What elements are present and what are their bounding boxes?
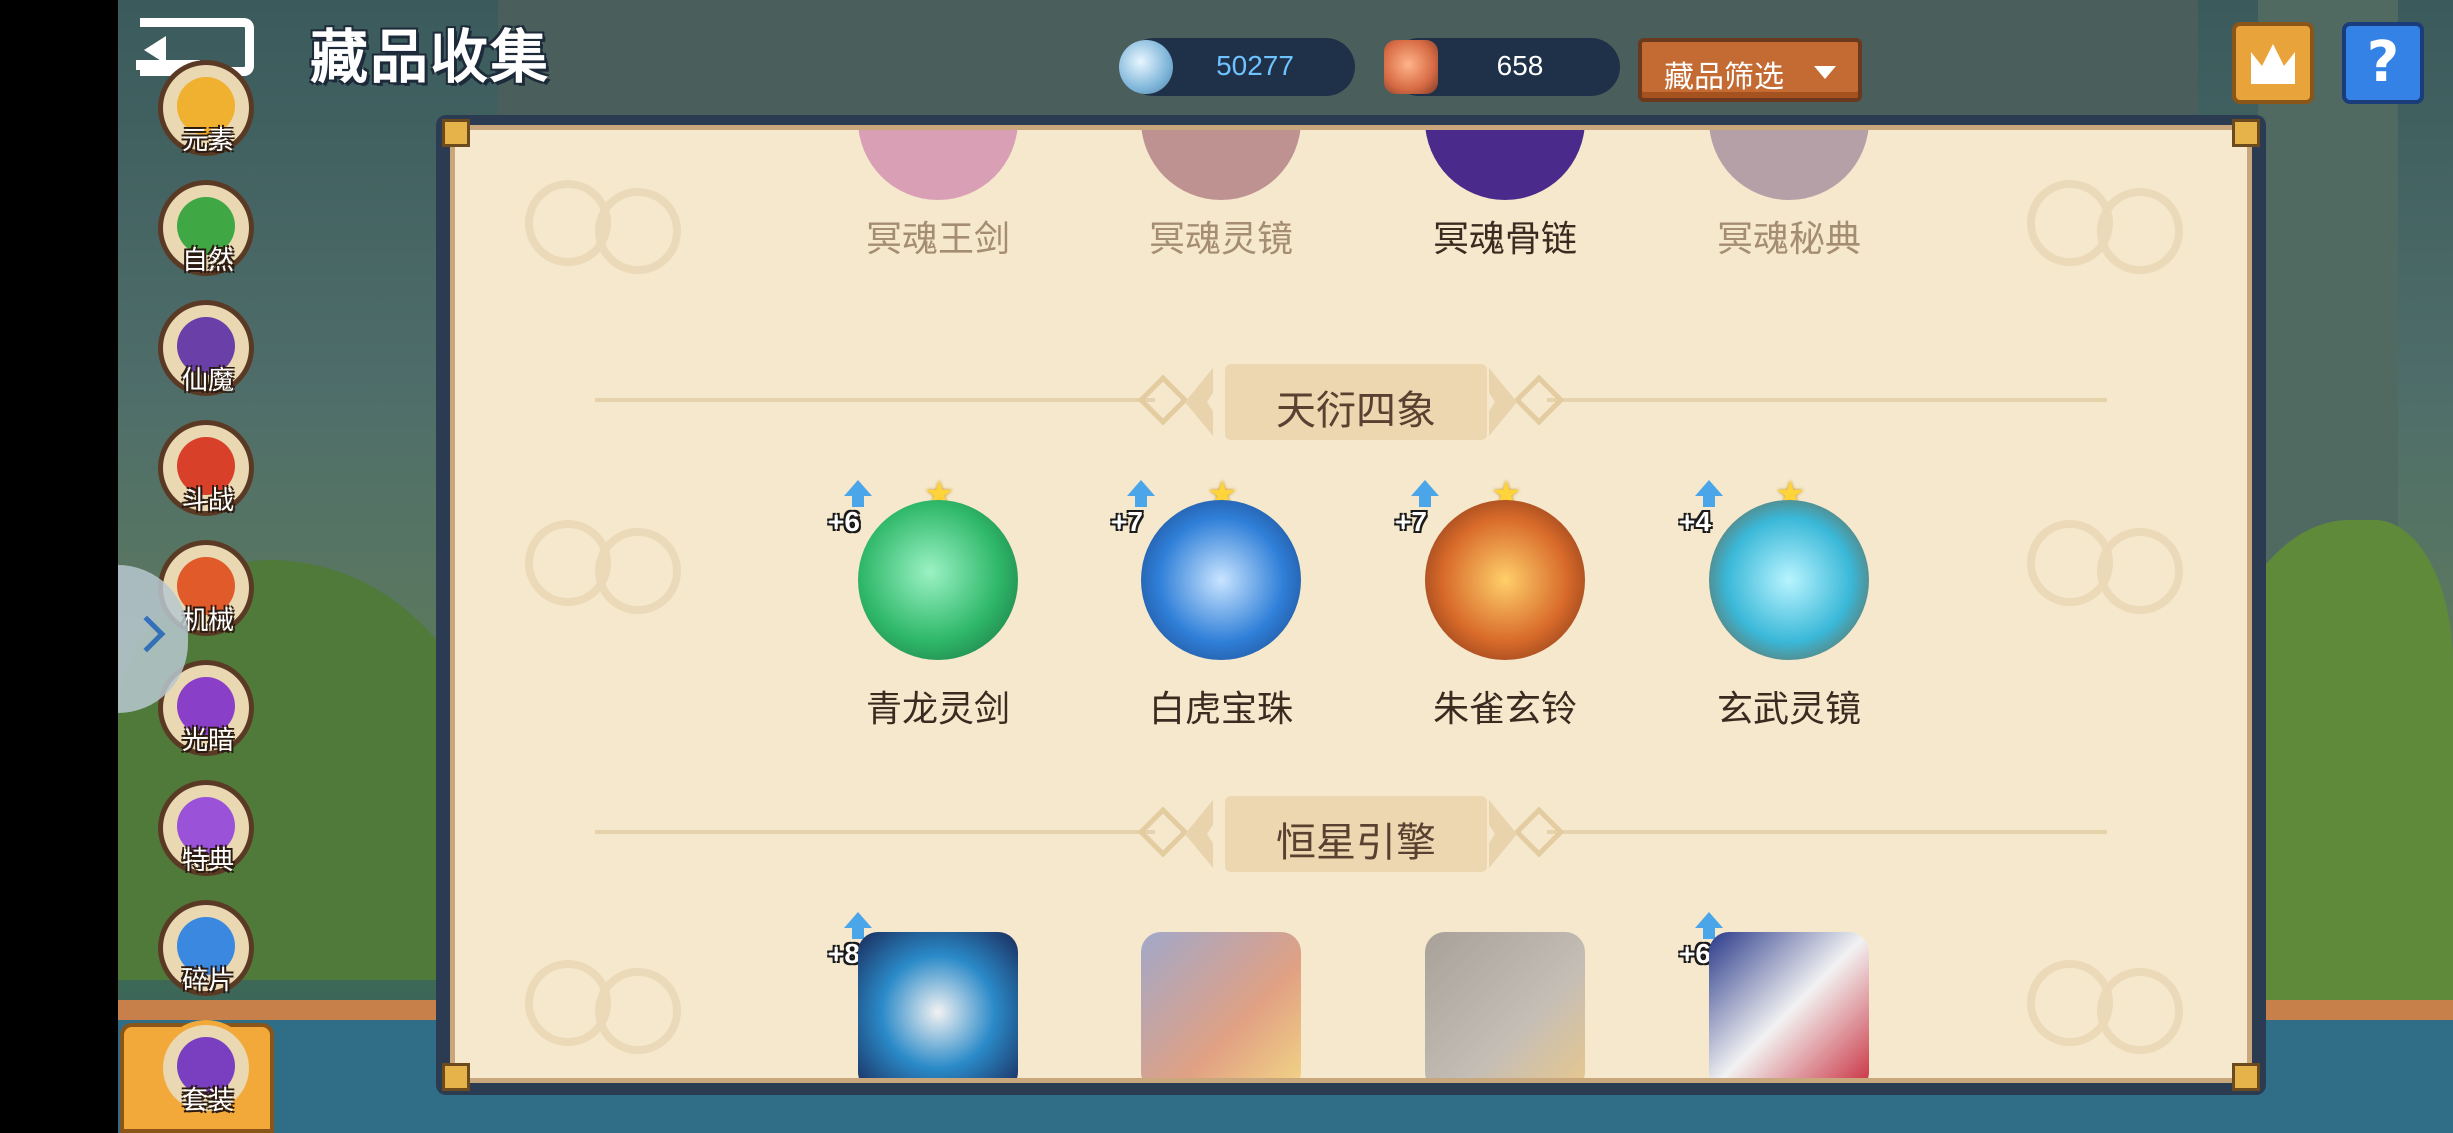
category-immortal-demon[interactable]: 仙魔 (158, 300, 258, 410)
star-engine-art (1141, 932, 1301, 1078)
panel-corner-ornament (2232, 1063, 2260, 1091)
item-name: 玄武灵镜 (1716, 689, 1861, 730)
item-art (1425, 130, 1585, 200)
question-icon: ? (2366, 30, 2400, 95)
category-label: 套装 (181, 1086, 234, 1116)
collection-scroll-area[interactable]: 冥魂王剑 冥魂灵镜 冥魂骨链 冥魂秘典 天衍四象 +6 ★ 青龙灵剑 +7 ★ … (450, 125, 2252, 1083)
phoenix-bell-art (1425, 500, 1585, 660)
diamond-ornament (1513, 374, 1565, 426)
upgrade-arrow-icon (1127, 480, 1155, 496)
crown-icon (2251, 44, 2295, 84)
star-engine-art (1709, 932, 1869, 1078)
category-special[interactable]: 特典 (158, 780, 258, 890)
upgrade-arrow-icon (1695, 912, 1723, 928)
section-title: 恒星引擎 (1276, 820, 1436, 866)
help-button[interactable]: ? (2342, 22, 2424, 104)
page-title: 藏品收集 (310, 23, 551, 91)
category-sets[interactable]: 套装 (158, 1020, 258, 1130)
tortoise-mirror-art (1709, 500, 1869, 660)
section-header: 天衍四象 (455, 350, 2247, 450)
item-name: 朱雀玄铃 (1432, 689, 1577, 730)
crystal-amount: 658 (1496, 50, 1544, 81)
category-label: 斗战 (181, 486, 234, 516)
left-black-bar (0, 0, 118, 1133)
tiger-orb-art (1141, 500, 1301, 660)
collection-item[interactable]: +6 ★ 青龙灵剑 (828, 474, 1048, 730)
category-fragments[interactable]: 碎片 (158, 900, 258, 1010)
crown-button[interactable] (2232, 22, 2314, 104)
item-name: 冥魂灵镜 (1148, 219, 1293, 260)
section-header: 恒星引擎 (455, 782, 2247, 882)
item-art (1141, 130, 1301, 200)
panel-corner-ornament (2232, 119, 2260, 147)
item-name: 冥魂骨链 (1432, 219, 1577, 260)
silver-amount: 50277 (1216, 50, 1294, 81)
collection-filter-dropdown[interactable]: 藏品筛选 (1638, 38, 1862, 102)
item-level: +4 (1679, 506, 1711, 537)
collection-item[interactable]: +4 ★ 玄武灵镜 (1679, 474, 1899, 730)
panel-corner-ornament (442, 119, 470, 147)
collection-item[interactable]: +7 ★ 朱雀玄铃 (1395, 474, 1615, 730)
category-label: 元素 (181, 126, 234, 156)
star-engine-art (858, 932, 1018, 1078)
diamond-ornament (1513, 806, 1565, 858)
crystal-currency: 658 (1384, 38, 1620, 96)
item-name: 冥魂秘典 (1716, 219, 1861, 260)
silver-currency: 50277 (1119, 38, 1355, 96)
item-level: +7 (1111, 506, 1143, 537)
section-title: 天衍四象 (1276, 388, 1436, 434)
collection-item[interactable] (1111, 912, 1331, 1078)
diamond-ornament (1137, 806, 1189, 858)
collection-item[interactable]: 冥魂秘典 (1679, 130, 1899, 270)
chevron-right-icon (128, 615, 166, 653)
category-elements[interactable]: 元素 (158, 60, 258, 170)
category-label: 自然 (181, 246, 234, 276)
item-level: +6 (828, 506, 860, 537)
item-level: +6 (1679, 938, 1711, 969)
item-level: +8 (828, 938, 860, 969)
collection-item[interactable]: +6 (1679, 912, 1899, 1078)
jade-sword-art (858, 500, 1018, 660)
collection-item[interactable]: 冥魂王剑 (828, 130, 1048, 270)
decorative-cloud (515, 950, 685, 1060)
category-label: 特典 (181, 846, 234, 876)
category-label: 光暗 (181, 726, 234, 756)
decorative-cloud (2017, 950, 2187, 1060)
item-name: 白虎宝珠 (1148, 689, 1293, 730)
diamond-ornament (1137, 374, 1189, 426)
star-engine-art (1425, 932, 1585, 1078)
decorative-cloud (2017, 510, 2187, 620)
upgrade-arrow-icon (1411, 480, 1439, 496)
collection-item[interactable]: +7 ★ 白虎宝珠 (1111, 474, 1331, 730)
collection-item[interactable] (1395, 912, 1615, 1078)
category-label: 碎片 (181, 966, 234, 996)
category-nature[interactable]: 自然 (158, 180, 258, 290)
item-art (1709, 130, 1869, 200)
caret-down-icon (1814, 66, 1836, 79)
decorative-cloud (515, 170, 685, 280)
upgrade-arrow-icon (844, 480, 872, 496)
item-name: 冥魂王剑 (865, 219, 1010, 260)
collection-item[interactable]: 冥魂骨链 (1395, 130, 1615, 270)
item-name: 青龙灵剑 (865, 689, 1010, 730)
collection-panel: 冥魂王剑 冥魂灵镜 冥魂骨链 冥魂秘典 天衍四象 +6 ★ 青龙灵剑 +7 ★ … (436, 115, 2266, 1095)
collection-item[interactable]: +8 (828, 912, 1048, 1078)
item-level: +7 (1395, 506, 1427, 537)
panel-corner-ornament (442, 1063, 470, 1091)
category-combat[interactable]: 斗战 (158, 420, 258, 530)
collection-item[interactable]: 冥魂灵镜 (1111, 130, 1331, 270)
upgrade-arrow-icon (1695, 480, 1723, 496)
filter-label: 藏品筛选 (1664, 60, 1784, 95)
decorative-cloud (515, 510, 685, 620)
decorative-cloud (2017, 170, 2187, 280)
category-label: 仙魔 (181, 366, 234, 396)
item-art (858, 130, 1018, 200)
upgrade-arrow-icon (844, 912, 872, 928)
